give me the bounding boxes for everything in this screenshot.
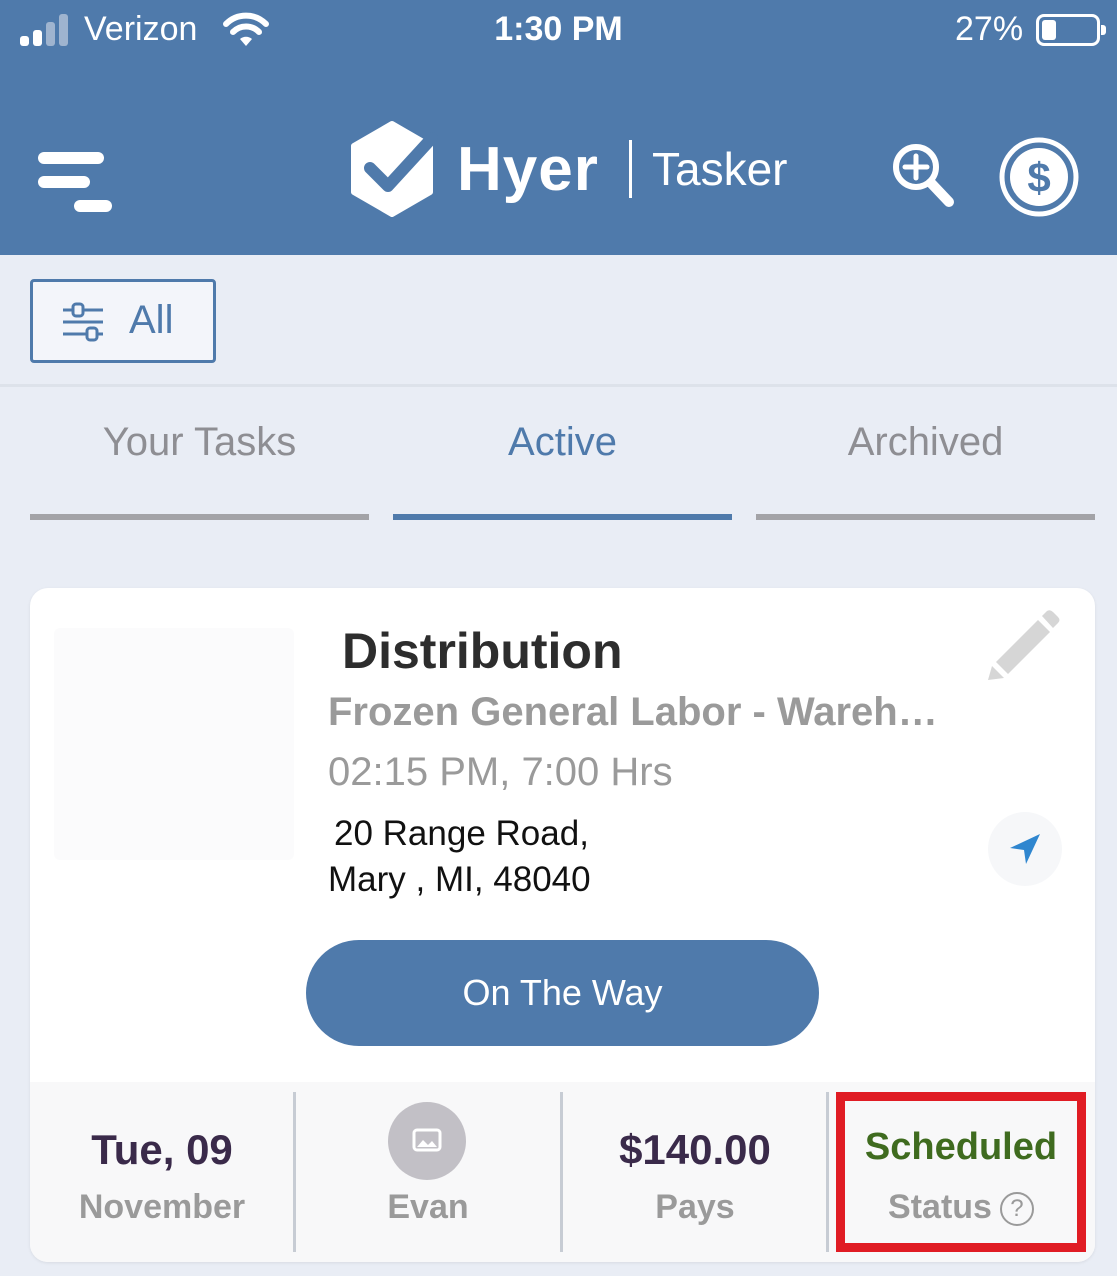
task-time: 02:15 PM, 7:00 Hrs [328,750,673,794]
brand-separator [629,140,632,198]
sliders-icon [63,302,103,342]
divider [0,384,1117,387]
task-subtitle: Frozen General Labor - Warehouse [328,690,958,734]
tab-underline [756,514,1095,520]
pencil-icon[interactable] [986,610,1060,680]
tab-label: Archived [847,420,1004,464]
filter-label: All [129,298,174,342]
battery-icon [1036,14,1106,46]
person-column[interactable]: Evan [296,1082,560,1262]
pay-value: $140.00 [619,1126,771,1173]
navigation-arrow-icon[interactable] [988,812,1062,886]
battery-percent: 27% [955,10,1024,48]
highlight-box [836,1092,1086,1252]
svg-text:$: $ [1027,154,1050,201]
tab-label: Active [508,420,617,464]
brand-name: Hyer [457,135,599,204]
brand-subtitle: Tasker [652,143,788,195]
tab-archived[interactable]: Archived [756,420,1095,520]
pay-column: $140.00 Pays [563,1082,827,1262]
tab-label: Your Tasks [102,420,297,464]
tab-active[interactable]: Active [393,420,732,520]
task-title: Distribution [342,623,623,679]
task-thumbnail [54,628,294,860]
date-label: November [78,1188,246,1226]
tab-underline [30,514,369,520]
date-value: Tue, 09 [91,1126,233,1173]
hamburger-menu-icon[interactable] [38,150,114,214]
app-header: Verizon 1:30 PM 27% Hyer Tasker $ [0,0,1117,255]
task-footer: Tue, 09 November Evan $140.00 Pays Sched… [30,1082,1095,1262]
clock: 1:30 PM [494,10,623,48]
task-address-line2: Mary , MI, 48040 [328,860,591,899]
date-column: Tue, 09 November [30,1082,294,1262]
filter-button[interactable]: All [30,279,216,363]
person-name: Evan [387,1188,469,1226]
zoom-search-icon[interactable] [890,140,956,210]
tab-underline [393,514,732,520]
avatar [388,1102,466,1180]
pay-label: Pays [655,1188,735,1226]
check-badge-icon [351,121,438,217]
on-the-way-button[interactable]: On The Way [306,940,819,1046]
status-bar: Verizon 1:30 PM 27% [0,0,1117,64]
image-placeholder-icon [412,1128,442,1152]
task-card[interactable]: Distribution Frozen General Labor - Ware… [30,588,1095,1262]
tab-your-tasks[interactable]: Your Tasks [30,420,369,520]
task-address-line1: 20 Range Road, [334,814,589,853]
dollar-circle-icon[interactable]: $ [998,136,1080,218]
